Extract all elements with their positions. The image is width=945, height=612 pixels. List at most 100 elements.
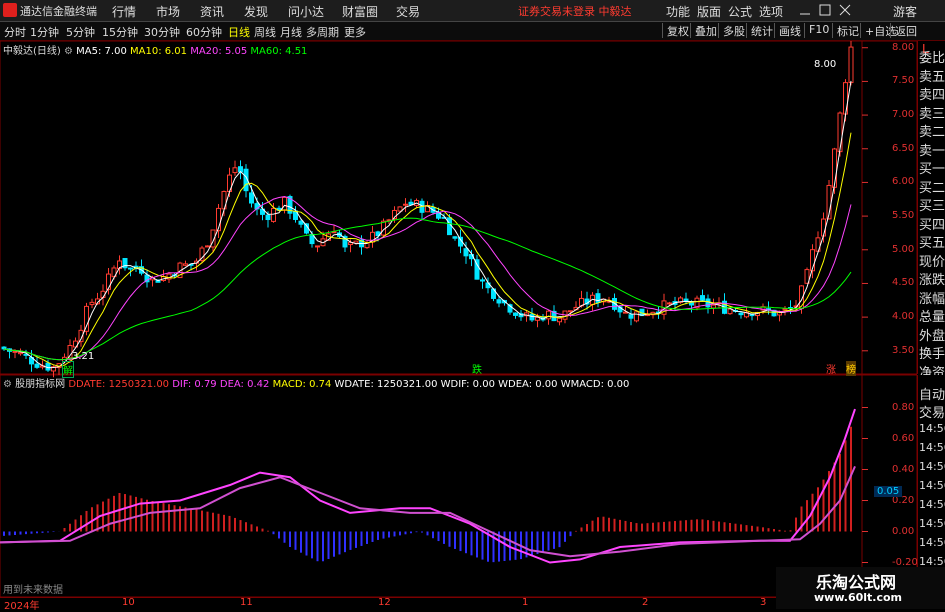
mark-zhang[interactable]: 涨 bbox=[826, 361, 836, 376]
side-quote-item[interactable]: 买一 bbox=[919, 158, 945, 177]
date-mar: 3 bbox=[760, 597, 767, 608]
side-quote-item[interactable]: 外盘 bbox=[919, 325, 945, 344]
menu-gongshi[interactable]: 公式 bbox=[728, 3, 752, 20]
side-quote-item[interactable]: 换手 bbox=[919, 343, 945, 362]
candle-body bbox=[232, 167, 238, 174]
side-trade-item[interactable]: 14:56 bbox=[919, 441, 945, 454]
menu-caifuquan[interactable]: 财富圈 bbox=[342, 3, 378, 20]
biaoji-button[interactable]: 标记 bbox=[832, 23, 859, 38]
candle-body bbox=[183, 263, 188, 266]
menu-hangqing[interactable]: 行情 bbox=[112, 3, 136, 20]
date-oct: 10 bbox=[122, 597, 135, 608]
side-quote-item[interactable]: 卖二 bbox=[919, 121, 945, 140]
candle-body bbox=[738, 312, 744, 316]
side-quote-item[interactable]: 卖四 bbox=[919, 84, 945, 103]
tongji-button[interactable]: 统计 bbox=[746, 23, 773, 38]
diejia-button[interactable]: 叠加 bbox=[690, 23, 717, 38]
price-tick-label: 6.00 bbox=[892, 176, 915, 188]
price-tick-label: 5.50 bbox=[892, 210, 915, 222]
sub-chart-legend: ⚙ 股朋指标网 DDATE: 1250321.00 DIF: 0.79 DEA:… bbox=[3, 375, 629, 390]
side-trade-item[interactable]: 14:56 bbox=[919, 517, 945, 530]
dea-line bbox=[0, 465, 856, 558]
side-quote-item[interactable]: 卖三 bbox=[919, 103, 945, 122]
tab-5min[interactable]: 5分钟 bbox=[66, 24, 95, 40]
candle-body bbox=[689, 302, 694, 306]
candle-body bbox=[705, 298, 711, 308]
menu-shichang[interactable]: 市场 bbox=[156, 3, 180, 20]
menu-xuanxiang[interactable]: 选项 bbox=[759, 3, 783, 20]
side-trade-item[interactable]: 14:56 bbox=[919, 479, 945, 492]
indicator-name[interactable]: 股朋指标网 bbox=[15, 379, 65, 390]
fuquan-button[interactable]: 复权 bbox=[662, 23, 689, 38]
date-jan: 1 bbox=[522, 597, 529, 608]
menu-jiaoyi[interactable]: 交易 bbox=[396, 3, 420, 20]
minimize-icon[interactable] bbox=[797, 2, 813, 18]
back-button[interactable]: 返回 bbox=[890, 23, 917, 38]
side-quote-item[interactable]: 卖五 bbox=[919, 66, 945, 85]
candle-body bbox=[557, 317, 562, 323]
side-trade-item[interactable]: 交易 bbox=[919, 402, 945, 421]
tab-daily[interactable]: 日线 bbox=[228, 24, 250, 40]
macd-label: MACD: 0.74 bbox=[272, 379, 332, 390]
candle-body bbox=[34, 363, 40, 368]
menu-banmian[interactable]: 版面 bbox=[697, 3, 721, 20]
side-trade-item[interactable]: 14:56 bbox=[919, 536, 945, 549]
guest-label[interactable]: 游客 bbox=[893, 3, 917, 20]
side-quote-item[interactable]: 买三 bbox=[919, 195, 945, 214]
side-quote-item[interactable]: 买四 bbox=[919, 214, 945, 233]
mark-die[interactable]: 跌 bbox=[472, 361, 482, 376]
tab-multi-period[interactable]: 多周期 bbox=[306, 24, 339, 40]
maximize-icon[interactable] bbox=[817, 2, 833, 18]
kline-chart[interactable] bbox=[0, 41, 917, 597]
tab-fenshi[interactable]: 分时 bbox=[4, 24, 26, 40]
side-quote-item[interactable]: 总量 bbox=[919, 306, 945, 325]
login-notice[interactable]: 证券交易未登录 中毅达 bbox=[518, 3, 632, 19]
wdea-label: WDEA: 0.00 bbox=[498, 379, 558, 390]
menu-faxian[interactable]: 发现 bbox=[244, 3, 268, 20]
side-trade-item[interactable]: 14:56 bbox=[919, 498, 945, 511]
candle-body bbox=[282, 196, 287, 211]
side-quote-item[interactable]: 买二 bbox=[919, 177, 945, 196]
side-quote-item[interactable]: 涨跌 bbox=[919, 269, 945, 288]
candle-body bbox=[821, 218, 826, 237]
ma5-line bbox=[3, 80, 852, 369]
ma60-line bbox=[3, 217, 852, 361]
side-trade-item[interactable]: 14:56 bbox=[919, 460, 945, 473]
side-quote-item[interactable]: 买五 bbox=[919, 232, 945, 251]
candle-body bbox=[403, 203, 408, 206]
tab-60min[interactable]: 60分钟 bbox=[186, 24, 222, 40]
side-quote-item[interactable]: 卖一 bbox=[919, 140, 945, 159]
side-trade-item[interactable]: 自动 bbox=[919, 384, 945, 403]
side-quote-item[interactable]: 现价 bbox=[919, 251, 945, 270]
menu-wenxiaoda[interactable]: 问小达 bbox=[288, 3, 324, 20]
tab-more[interactable]: 更多 bbox=[344, 24, 366, 40]
indicator-tick-label: 0.00 bbox=[892, 525, 915, 537]
side-quote-item[interactable]: 涨幅 bbox=[919, 288, 945, 307]
tab-monthly[interactable]: 月线 bbox=[280, 24, 302, 40]
tab-15min[interactable]: 15分钟 bbox=[102, 24, 138, 40]
indicator-gear-icon[interactable]: ⚙ bbox=[3, 379, 12, 390]
menu-zixun[interactable]: 资讯 bbox=[200, 3, 224, 20]
candle-body bbox=[782, 308, 788, 311]
candle-body bbox=[529, 313, 535, 321]
mark-bang[interactable]: 榜 bbox=[846, 361, 856, 376]
tab-1min[interactable]: 1分钟 bbox=[30, 24, 59, 40]
indicator-tick-label: 0.80 bbox=[892, 401, 915, 413]
tab-weekly[interactable]: 周线 bbox=[254, 24, 276, 40]
candle-body bbox=[628, 314, 634, 319]
close-icon[interactable] bbox=[837, 2, 853, 18]
wmacd-label: WMACD: 0.00 bbox=[560, 379, 630, 390]
side-quote-item[interactable]: 委比 bbox=[919, 47, 945, 66]
price-tick-label: 7.50 bbox=[892, 75, 915, 87]
side-trade-item[interactable]: 14:56 bbox=[919, 422, 945, 435]
candle-body bbox=[249, 192, 254, 204]
ddate-label: DDATE: 1250321.00 bbox=[68, 379, 170, 390]
indicator-tick-label: 0.60 bbox=[892, 432, 915, 444]
f10-button[interactable]: F10 bbox=[804, 23, 829, 38]
high-price-label: 8.00 bbox=[814, 59, 837, 70]
huaxian-button[interactable]: 画线 bbox=[774, 23, 801, 38]
candle-body bbox=[546, 310, 551, 320]
duogu-button[interactable]: 多股 bbox=[718, 23, 745, 38]
tab-30min[interactable]: 30分钟 bbox=[144, 24, 180, 40]
menu-gongneng[interactable]: 功能 bbox=[666, 3, 690, 20]
